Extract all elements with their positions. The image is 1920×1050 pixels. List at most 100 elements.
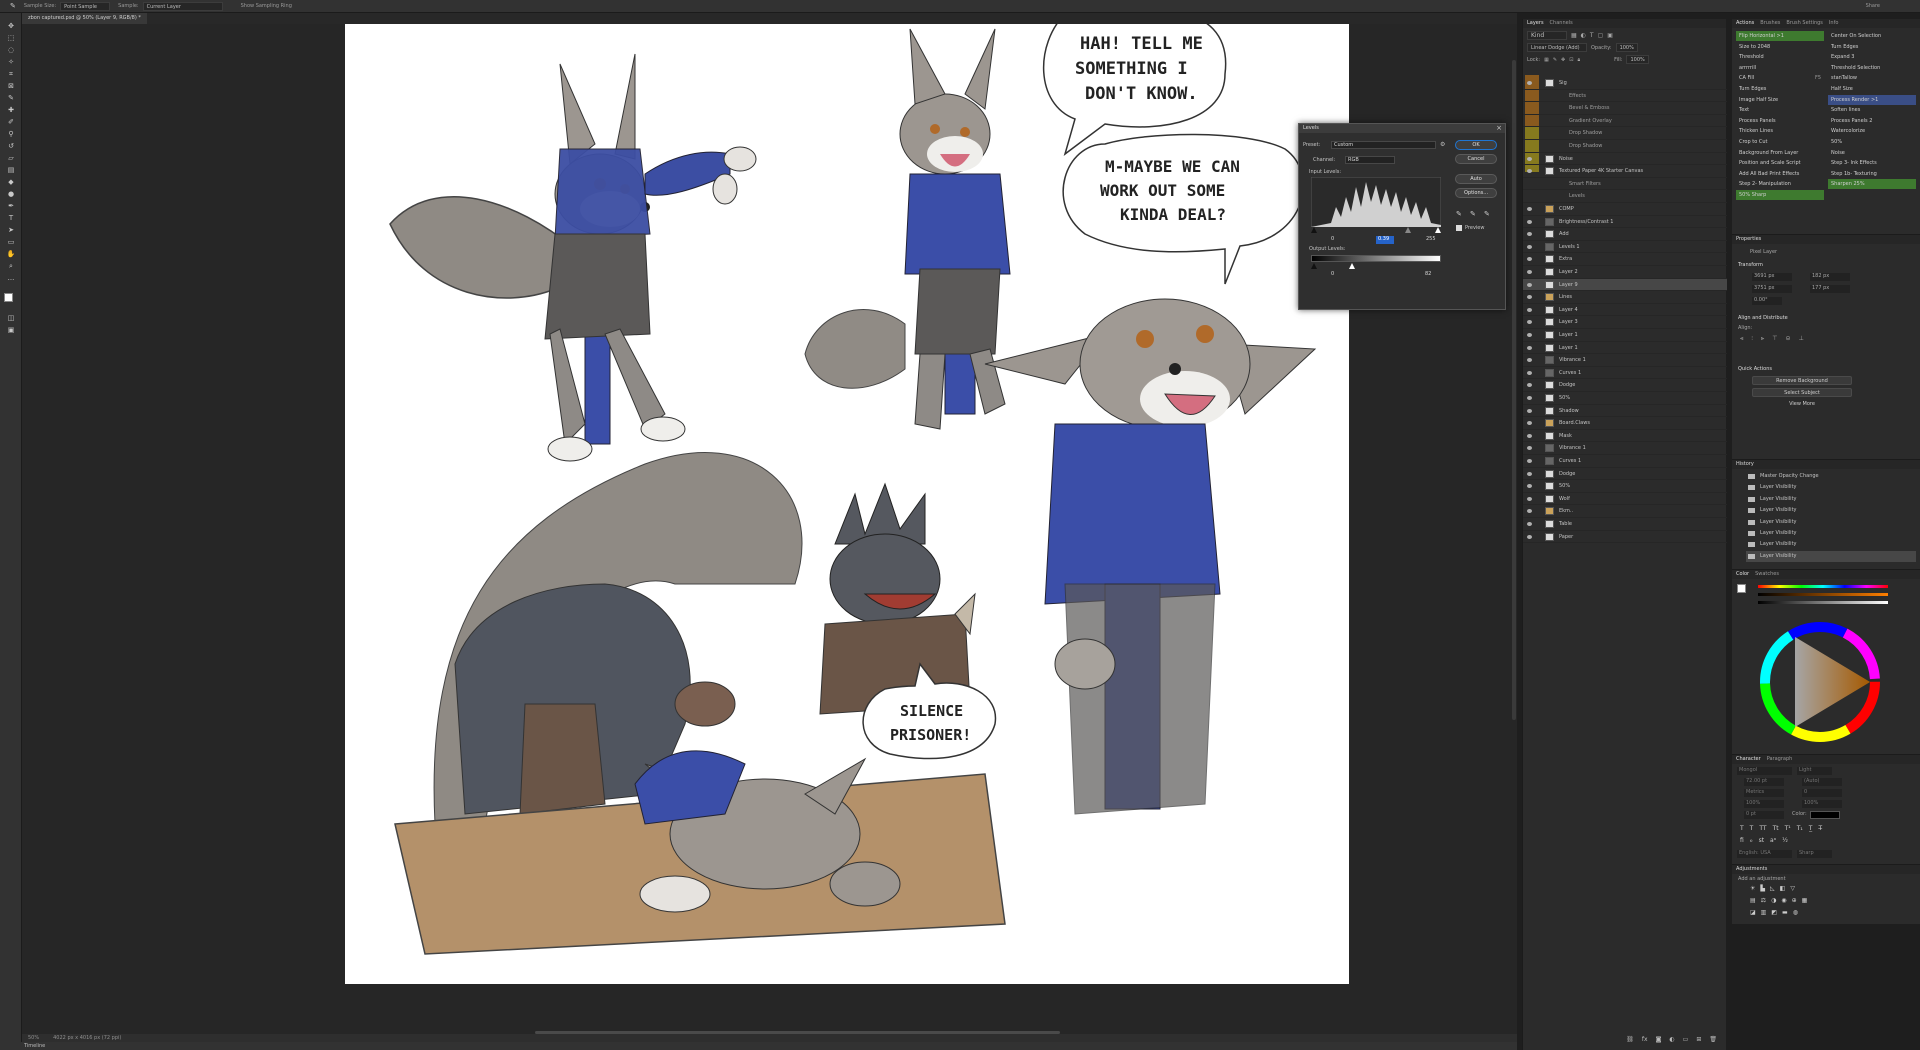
action-item[interactable]: Watercolorize	[1828, 126, 1916, 136]
faux-bold-icon[interactable]: T	[1740, 825, 1744, 832]
history-state[interactable]: Master Opacity Change	[1746, 471, 1916, 482]
strikethrough-icon[interactable]: T̶	[1818, 825, 1822, 832]
font-style-select[interactable]: Light	[1797, 767, 1832, 775]
layer-row[interactable]: Paper	[1523, 531, 1727, 544]
action-item[interactable]: Image Half Size	[1736, 95, 1824, 105]
lasso-tool-icon[interactable]: ◌	[5, 45, 17, 56]
tracking-field[interactable]: 0	[1802, 789, 1842, 797]
hand-tool-icon[interactable]: ✋	[5, 249, 17, 260]
visibility-eye-icon[interactable]	[1527, 534, 1532, 539]
action-item[interactable]: Crop to Cut	[1736, 137, 1824, 147]
layer-row[interactable]: Effects	[1523, 90, 1727, 103]
action-item[interactable]: Noise	[1828, 148, 1916, 158]
brush-tool-icon[interactable]: ✐	[5, 117, 17, 128]
preset-select[interactable]: Custom	[1331, 141, 1436, 149]
visibility-eye-icon[interactable]	[1527, 295, 1532, 300]
layer-row[interactable]: Layer 1	[1523, 342, 1727, 355]
swash-icon[interactable]: ℴ	[1750, 837, 1753, 844]
color-lookup-icon[interactable]: ▦	[1802, 897, 1808, 904]
layer-row[interactable]: Mask	[1523, 430, 1727, 443]
history-state[interactable]: Layer Visibility	[1746, 517, 1916, 528]
visibility-eye-icon[interactable]	[1527, 320, 1532, 325]
tab-channels[interactable]: Channels	[1550, 19, 1573, 28]
canvas-area[interactable]: HAH! TELL ME SOMETHING I DON'T KNOW. M-M…	[22, 24, 1517, 1034]
preview-checkbox[interactable]	[1456, 225, 1462, 231]
output-black-field[interactable]: 0	[1329, 271, 1343, 279]
output-sliders[interactable]	[1311, 263, 1441, 269]
kerning-field[interactable]: Metrics	[1744, 789, 1784, 797]
layer-row[interactable]: Add	[1523, 228, 1727, 241]
layer-row[interactable]: Dodge	[1523, 379, 1727, 392]
color-wheel[interactable]	[1760, 622, 1880, 742]
pen-tool-icon[interactable]: ✒	[5, 201, 17, 212]
input-mid-field[interactable]: 0.39	[1376, 236, 1394, 244]
gray-point-eyedropper-icon[interactable]: ✎	[1470, 210, 1476, 218]
align-middle-icon[interactable]: ⊝	[1786, 335, 1791, 343]
select-subject-button[interactable]: Select Subject	[1752, 388, 1852, 397]
more-tools-icon[interactable]: ···	[5, 275, 17, 286]
action-item[interactable]: Thicken Lines	[1736, 126, 1824, 136]
black-point-eyedropper-icon[interactable]: ✎	[1456, 210, 1462, 218]
small-caps-icon[interactable]: Tt	[1773, 825, 1779, 832]
visibility-eye-icon[interactable]	[1527, 270, 1532, 274]
brightness-slider[interactable]	[1758, 601, 1888, 604]
action-item[interactable]: 50% Sharp	[1736, 190, 1824, 200]
delete-layer-icon[interactable]: 🗑︎	[1709, 1036, 1717, 1048]
gradient-tool-icon[interactable]: ▤	[5, 165, 17, 176]
layer-row[interactable]: Sig	[1523, 77, 1727, 90]
align-right-icon[interactable]: ⫸	[1761, 335, 1764, 343]
layer-row[interactable]: 50%	[1523, 392, 1727, 405]
saturation-slider[interactable]	[1758, 593, 1888, 596]
vibrance-icon[interactable]: ▽	[1790, 885, 1795, 892]
vertical-scrollbar[interactable]	[1512, 60, 1516, 720]
y-field[interactable]: 177 px	[1810, 285, 1850, 293]
filter-smart-icon[interactable]: ▣	[1607, 32, 1613, 39]
action-item[interactable]: arrrrrill	[1736, 63, 1824, 73]
action-item[interactable]: Flip Horizontal >1	[1736, 31, 1824, 41]
history-state[interactable]: Layer Visibility	[1746, 528, 1916, 539]
layer-row[interactable]: Gradient Overlay	[1523, 115, 1727, 128]
channel-select[interactable]: RGB	[1345, 156, 1395, 164]
opacity-field[interactable]: 100%	[1615, 43, 1638, 52]
output-white-field[interactable]: 82	[1423, 271, 1441, 279]
dodge-tool-icon[interactable]: ●	[5, 189, 17, 200]
layer-row[interactable]: Drop Shadow	[1523, 140, 1727, 153]
action-item[interactable]: Turn Edges	[1736, 84, 1824, 94]
layer-row[interactable]: Textured Paper 4K Starter Canvas	[1523, 165, 1727, 178]
action-item[interactable]: Soften lines	[1828, 105, 1916, 115]
zoom-tool-icon[interactable]: ⌕	[5, 261, 17, 272]
lock-all-icon[interactable]: 🔒︎	[1577, 57, 1580, 63]
link-layers-icon[interactable]: ⛓	[1626, 1036, 1634, 1048]
layer-row[interactable]: Layer 4	[1523, 304, 1727, 317]
gradient-map-icon[interactable]: ▬	[1782, 909, 1788, 916]
ligature-icon[interactable]: fi	[1740, 837, 1744, 844]
cancel-button[interactable]: Cancel	[1455, 154, 1497, 164]
width-field[interactable]: 3691 px	[1752, 273, 1792, 281]
filter-type-icon[interactable]: T	[1590, 32, 1594, 39]
visibility-eye-icon[interactable]	[1527, 446, 1532, 451]
layer-filter-select[interactable]: Kind	[1527, 31, 1567, 40]
new-adjustment-icon[interactable]: ◐	[1669, 1036, 1674, 1048]
stylistic-icon[interactable]: st	[1759, 837, 1764, 844]
filter-shape-icon[interactable]: ▢	[1598, 32, 1604, 39]
filter-pixel-icon[interactable]: ▦	[1571, 32, 1577, 39]
visibility-eye-icon[interactable]	[1527, 81, 1532, 85]
visibility-eye-icon[interactable]	[1527, 307, 1532, 312]
layer-row[interactable]: Brightness/Contrast 1	[1523, 216, 1727, 229]
visibility-eye-icon[interactable]	[1527, 358, 1532, 363]
visibility-eye-icon[interactable]	[1527, 219, 1532, 224]
action-item[interactable]: Half Size	[1828, 84, 1916, 94]
channel-mixer-icon[interactable]: ⊕	[1792, 897, 1797, 904]
action-item[interactable]: Process Panels	[1736, 116, 1824, 126]
visibility-eye-icon[interactable]	[1527, 333, 1532, 337]
visibility-eye-icon[interactable]	[1527, 396, 1532, 400]
add-mask-icon[interactable]: ◙	[1656, 1036, 1662, 1048]
angle-field[interactable]: 0.00°	[1752, 297, 1782, 305]
zoom-level[interactable]: 50%	[28, 1035, 39, 1041]
align-left-icon[interactable]: ⫷	[1740, 335, 1743, 343]
input-black-field[interactable]: 0	[1329, 236, 1343, 244]
action-item[interactable]: Threshold	[1736, 52, 1824, 62]
layer-row[interactable]: Lines	[1523, 291, 1727, 304]
layer-row[interactable]: Smart Filters	[1523, 178, 1727, 191]
visibility-eye-icon[interactable]	[1527, 169, 1532, 174]
